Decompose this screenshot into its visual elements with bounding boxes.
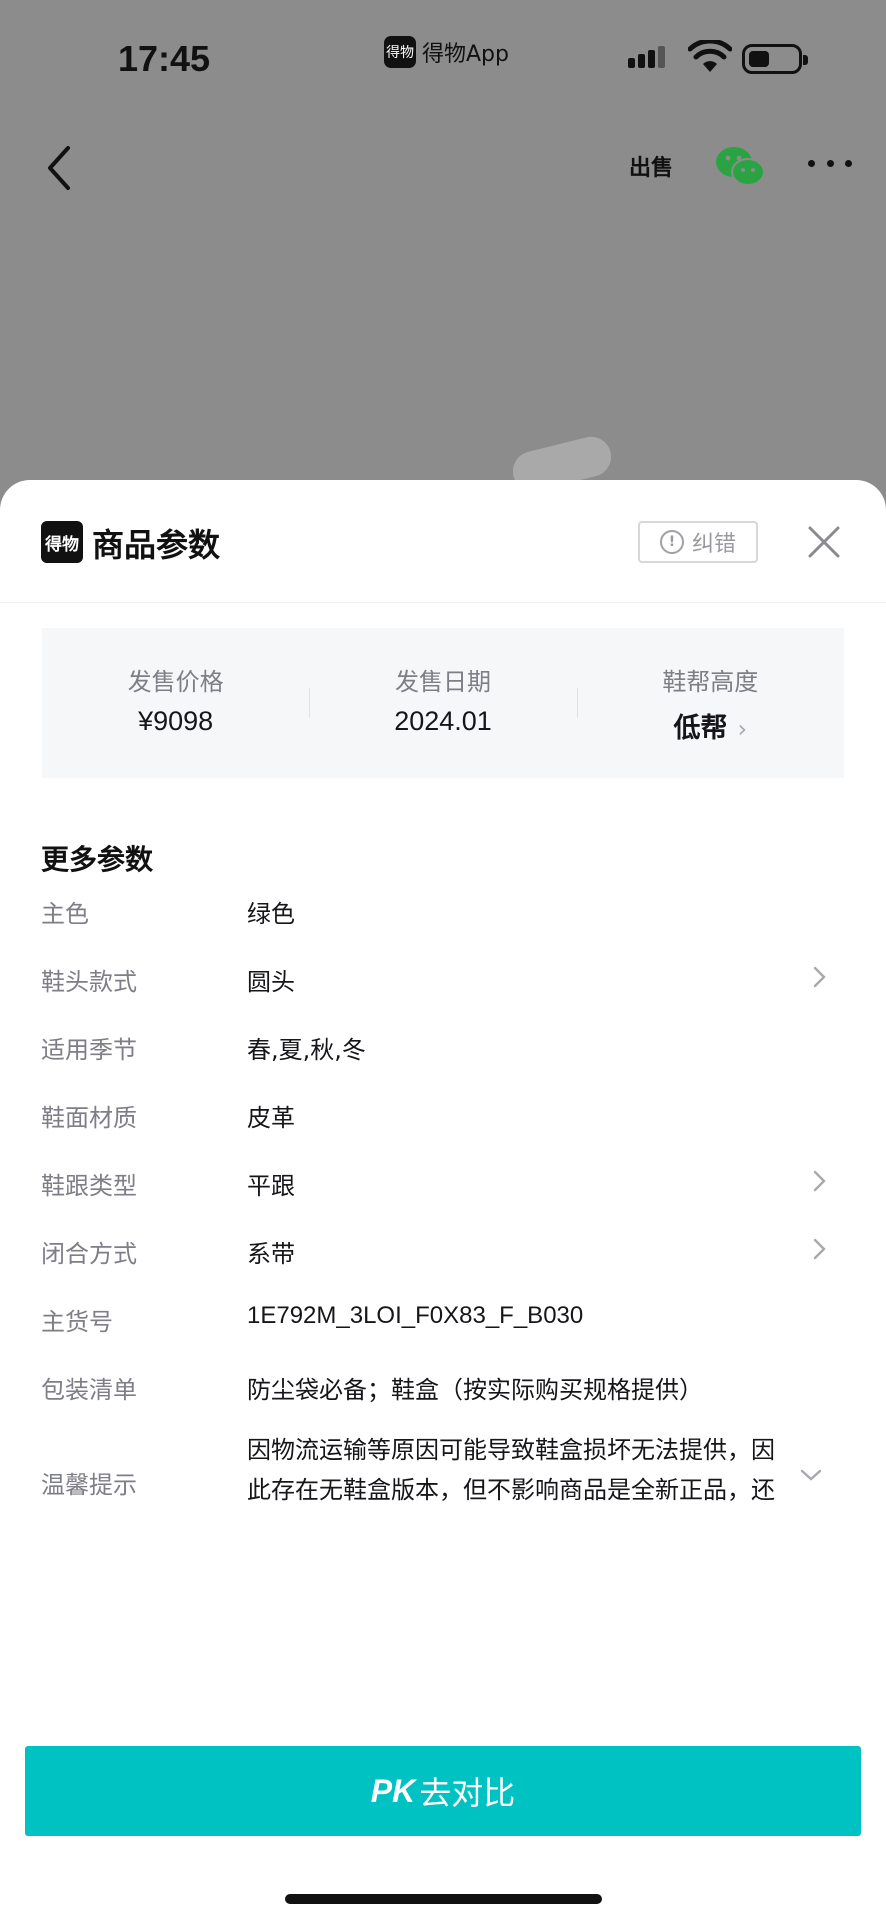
cellular-signal-icon	[628, 46, 665, 68]
summary-value: ¥9098	[138, 706, 214, 736]
param-value: 圆头	[247, 968, 295, 996]
param-label: 鞋跟类型	[41, 1172, 137, 1200]
summary-value-link[interactable]: 低帮 ›	[577, 706, 844, 745]
wifi-icon	[688, 40, 732, 72]
summary-value: 低帮	[673, 713, 728, 744]
pk-prefix: PK	[370, 1772, 416, 1809]
chevron-right-icon	[813, 1238, 826, 1260]
param-label: 鞋面材质	[41, 1104, 137, 1132]
product-top-nav: 出售	[0, 130, 886, 210]
sell-label: 出售	[628, 156, 673, 181]
sheet-title: 商品参数	[92, 526, 221, 564]
product-params-sheet: 得物 商品参数 ! 纠错 发售价格 ¥9098 发售日期 2024.01 鞋帮高…	[0, 480, 886, 1920]
param-label: 适用季节	[41, 1036, 137, 1064]
chevron-right-icon	[813, 1170, 826, 1192]
summary-release-date: 发售日期 2024.01	[309, 628, 576, 778]
param-value: 系带	[247, 1240, 295, 1268]
param-row-toe-style[interactable]: 鞋头款式 圆头	[0, 942, 886, 1010]
param-row-heel-type[interactable]: 鞋跟类型 平跟	[0, 1146, 886, 1214]
param-row-package-list: 包装清单 防尘袋必备；鞋盒（按实际购买规格提供）	[0, 1350, 886, 1418]
more-params-title: 更多参数	[41, 843, 154, 876]
chevron-down-icon[interactable]	[798, 1466, 824, 1484]
wechat-icon[interactable]	[714, 144, 766, 190]
app-name: 得物App	[422, 42, 509, 67]
summary-release-price: 发售价格 ¥9098	[42, 628, 309, 778]
close-icon[interactable]	[806, 524, 842, 560]
back-icon[interactable]	[40, 142, 80, 194]
param-label: 主色	[41, 900, 89, 928]
param-value: 皮革	[247, 1104, 295, 1132]
home-indicator	[285, 1894, 602, 1904]
more-icon[interactable]	[808, 148, 852, 178]
param-row-season: 适用季节 春,夏,秋,冬	[0, 1010, 886, 1078]
param-label: 包装清单	[41, 1376, 137, 1404]
info-icon: !	[659, 530, 684, 554]
chevron-right-icon: ›	[737, 715, 748, 743]
status-time: 17:45	[118, 38, 211, 79]
pk-compare-button[interactable]: PK 去对比	[25, 1746, 861, 1836]
param-row-main-color: 主色 绿色	[0, 874, 886, 942]
param-value: 因物流运输等原因可能导致鞋盒损坏无法提供，因此存在无鞋盒版本，但不影响商品是全新…	[247, 1436, 775, 1504]
param-value: 1E792M_3LOI_F0X83_F_B030	[247, 1302, 584, 1329]
sell-icon[interactable]: 出售	[626, 144, 676, 194]
dewu-logo-icon: 得物	[41, 521, 83, 563]
param-label: 闭合方式	[41, 1240, 137, 1268]
sheet-header: 得物 商品参数 ! 纠错	[0, 480, 886, 603]
param-label: 鞋头款式	[41, 968, 137, 996]
report-error-label: 纠错	[691, 532, 736, 557]
status-bar: 17:45 得物 得物App	[0, 0, 886, 120]
key-params-summary: 发售价格 ¥9098 发售日期 2024.01 鞋帮高度 低帮 ›	[42, 628, 844, 778]
summary-label: 发售日期	[394, 668, 491, 696]
pk-compare-label: 去对比	[419, 1774, 516, 1812]
summary-label: 发售价格	[127, 668, 224, 696]
app-indicator: 得物 得物App	[384, 36, 509, 68]
report-error-button[interactable]: ! 纠错	[638, 521, 758, 563]
param-label: 主货号	[41, 1308, 113, 1336]
param-value: 绿色	[247, 900, 295, 928]
param-row-notice[interactable]: 温馨提示 因物流运输等原因可能导致鞋盒损坏无法提供，因此存在无鞋盒版本，但不影响…	[0, 1424, 886, 1534]
summary-value: 2024.01	[394, 706, 492, 736]
param-value: 平跟	[247, 1172, 295, 1200]
chevron-right-icon	[813, 966, 826, 988]
param-row-closure[interactable]: 闭合方式 系带	[0, 1214, 886, 1282]
param-row-style-code: 主货号 1E792M_3LOI_F0X83_F_B030	[0, 1282, 886, 1350]
param-row-upper-material: 鞋面材质 皮革	[0, 1078, 886, 1146]
param-label: 温馨提示	[41, 1471, 137, 1499]
summary-label: 鞋帮高度	[662, 668, 759, 696]
param-value: 春,夏,秋,冬	[247, 1036, 366, 1064]
app-badge-icon: 得物	[384, 36, 416, 68]
battery-icon	[742, 44, 808, 74]
summary-upper-height[interactable]: 鞋帮高度 低帮 ›	[576, 628, 844, 778]
param-value: 防尘袋必备；鞋盒（按实际购买规格提供）	[247, 1376, 703, 1404]
